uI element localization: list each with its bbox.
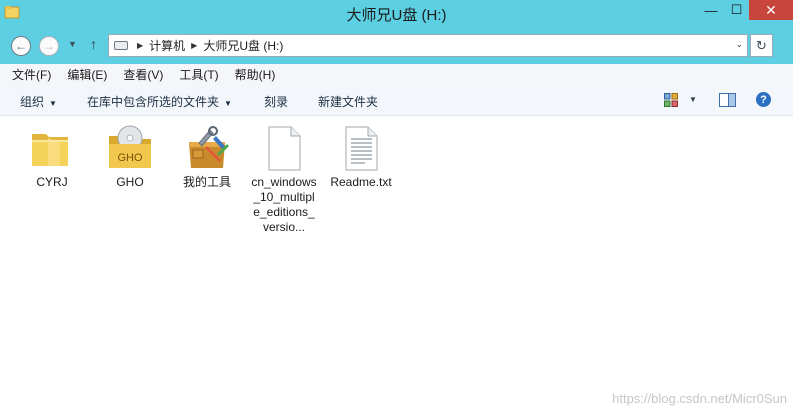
file-name: CYRJ (36, 175, 68, 189)
file-name: Readme.txt (330, 175, 392, 189)
breadcrumb-separator[interactable]: ▶ (137, 41, 143, 50)
minimize-button[interactable]: — (698, 0, 724, 20)
menu-tools[interactable]: 工具(T) (179, 66, 218, 83)
file-item-gho[interactable]: GHO GHO (94, 124, 166, 190)
file-name: 我的工具 (182, 175, 231, 189)
refresh-button[interactable]: ↻ (750, 34, 773, 57)
include-in-library-button[interactable]: 在库中包含所选的文件夹 ▼ (87, 93, 232, 110)
menu-bar: 文件(F) 编辑(E) 查看(V) 工具(T) 帮助(H) (0, 64, 793, 85)
gho-badge-text: GHO (117, 152, 143, 164)
command-bar: 组织 ▼ 在库中包含所选的文件夹 ▼ 刻录 新建文件夹 ▼ ? (0, 85, 793, 116)
file-item-cyrj[interactable]: CYRJ (16, 124, 88, 190)
up-button[interactable]: ↑ (90, 36, 97, 52)
text-file-icon (345, 126, 378, 171)
burn-button[interactable]: 刻录 (264, 93, 288, 110)
file-name: cn_windows_10_multiple_editions_versio..… (251, 175, 317, 234)
menu-help[interactable]: 帮助(H) (235, 66, 276, 83)
recent-locations-dropdown[interactable]: ▼ (68, 39, 77, 49)
forward-button[interactable]: → (39, 36, 59, 56)
back-button[interactable]: ← (11, 36, 31, 56)
gho-folder-icon: GHO (109, 125, 151, 168)
navigation-bar: ← → ▼ ↑ ▶ 计算机 ▶ 大师兄U盘 (H:) ⌄ ↻ (0, 27, 793, 64)
new-folder-button[interactable]: 新建文件夹 (318, 93, 378, 110)
breadcrumb-drive[interactable]: 大师兄U盘 (H:) (203, 37, 283, 54)
file-item-windows-iso[interactable]: cn_windows_10_multiple_editions_versio..… (248, 124, 320, 235)
preview-pane-icon[interactable] (719, 93, 736, 107)
maximize-button[interactable]: ☐ (724, 0, 749, 20)
explorer-window: 大师兄U盘 (H:) — ☐ ✕ ← → ▼ ↑ ▶ 计算机 ▶ 大师兄U盘 (… (0, 0, 793, 412)
title-bar[interactable]: 大师兄U盘 (H:) — ☐ ✕ (0, 0, 793, 27)
file-view[interactable]: CYRJ GHO GHO 我的工具 cn_windows_10_multiple… (0, 116, 793, 412)
drive-icon (114, 41, 128, 50)
menu-edit[interactable]: 编辑(E) (67, 66, 107, 83)
organize-label: 组织 (20, 95, 45, 109)
change-view-icon[interactable] (664, 93, 678, 107)
blank-file-icon (268, 126, 301, 171)
breadcrumb-computer[interactable]: 计算机 (149, 37, 185, 54)
file-item-readme[interactable]: Readme.txt (325, 124, 397, 190)
address-bar[interactable]: ▶ 计算机 ▶ 大师兄U盘 (H:) ⌄ (108, 34, 748, 57)
folder-icon (32, 134, 68, 166)
help-icon[interactable]: ? (756, 92, 771, 107)
chevron-down-icon: ▼ (224, 99, 232, 108)
watermark-text: https://blog.csdn.net/Micr0Sun (612, 391, 787, 406)
view-options-dropdown[interactable]: ▼ (689, 95, 697, 104)
close-button[interactable]: ✕ (749, 0, 793, 20)
menu-file[interactable]: 文件(F) (12, 66, 51, 83)
toolbox-folder-icon (189, 126, 229, 168)
include-in-library-label: 在库中包含所选的文件夹 (87, 95, 220, 109)
organize-button[interactable]: 组织 ▼ (20, 93, 57, 110)
file-name: GHO (116, 175, 144, 189)
window-title: 大师兄U盘 (H:) (346, 7, 447, 24)
breadcrumb-separator[interactable]: ▶ (191, 41, 197, 50)
address-dropdown-icon[interactable]: ⌄ (735, 39, 743, 50)
menu-view[interactable]: 查看(V) (123, 66, 163, 83)
file-item-my-tools[interactable]: 我的工具 (171, 124, 243, 190)
chevron-down-icon: ▼ (49, 99, 57, 108)
